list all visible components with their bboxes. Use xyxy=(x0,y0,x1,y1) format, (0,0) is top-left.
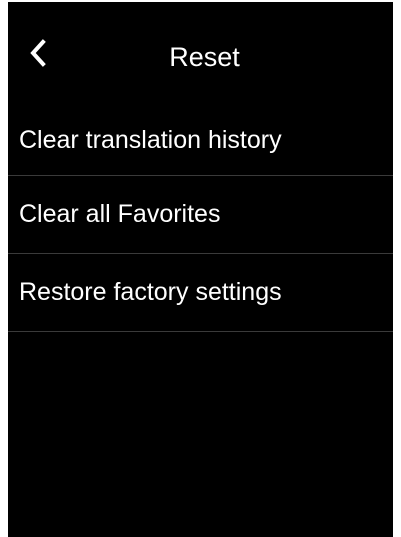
reset-screen: Reset Clear translation history Clear al… xyxy=(8,2,393,537)
clear-all-favorites-item[interactable]: Clear all Favorites xyxy=(8,176,393,254)
restore-factory-settings-item[interactable]: Restore factory settings xyxy=(8,254,393,332)
page-title: Reset xyxy=(169,42,240,72)
reset-options-list: Clear translation history Clear all Favo… xyxy=(8,106,393,332)
header-bar: Reset xyxy=(8,2,393,106)
clear-translation-history-item[interactable]: Clear translation history xyxy=(8,106,393,176)
